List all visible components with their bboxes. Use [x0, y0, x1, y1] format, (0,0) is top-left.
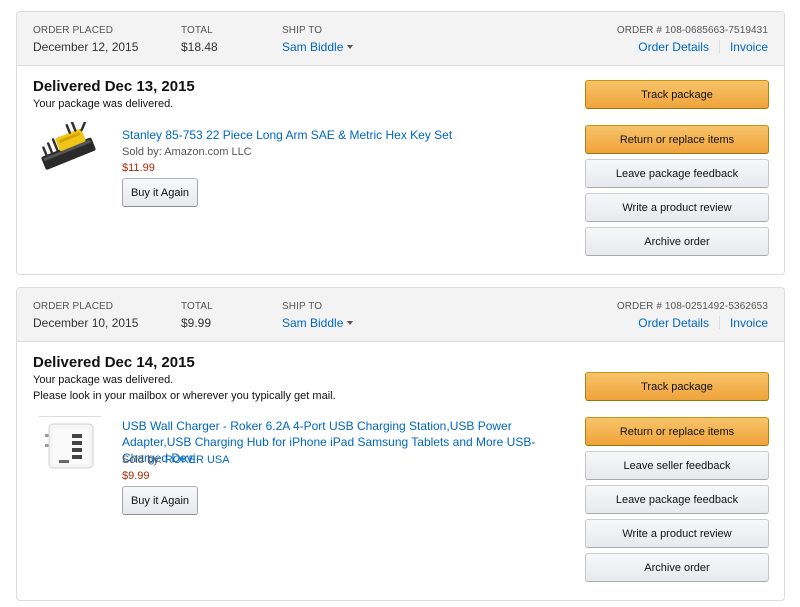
- caret-down-icon: [347, 320, 354, 325]
- write-review-button[interactable]: Write a product review: [585, 193, 769, 222]
- order-number: ORDER # 108-0685663-7519431: [616, 25, 768, 36]
- link-divider: [718, 316, 720, 330]
- track-package-button[interactable]: Track package: [585, 372, 769, 401]
- seller-name: Amazon.com LLC: [164, 146, 252, 158]
- delivery-status-message: Your package was delivered.: [33, 98, 174, 110]
- return-replace-button[interactable]: Return or replace items: [585, 417, 769, 446]
- product-price: $9.99: [122, 470, 150, 482]
- order-total-label: TOTAL: [181, 301, 213, 312]
- invoice-link[interactable]: Invoice: [730, 316, 768, 330]
- leave-seller-feedback-button[interactable]: Leave seller feedback: [585, 451, 769, 480]
- order-total-value: $18.48: [181, 40, 218, 54]
- ship-to-label: SHIP TO: [282, 301, 323, 312]
- caret-down-icon: [347, 44, 354, 49]
- order-total-label: TOTAL: [181, 25, 213, 36]
- leave-package-feedback-button[interactable]: Leave package feedback: [585, 485, 769, 514]
- return-replace-button[interactable]: Return or replace items: [585, 125, 769, 154]
- ship-to-name: Sam Biddle: [282, 316, 344, 330]
- product-price: $11.99: [122, 162, 155, 174]
- sold-by: Sold by: ROKER USA: [122, 454, 230, 467]
- ship-to-label: SHIP TO: [282, 25, 323, 36]
- order-number-column: ORDER # 108-0685663-7519431 Order Detail…: [617, 25, 768, 54]
- product-thumbnail-usb-charger[interactable]: [37, 414, 103, 474]
- ship-to-dropdown[interactable]: Sam Biddle: [282, 316, 354, 330]
- link-divider: [718, 40, 720, 54]
- product-title-link[interactable]: Stanley 85-753 22 Piece Long Arm SAE & M…: [122, 127, 562, 143]
- write-review-button[interactable]: Write a product review: [585, 519, 769, 548]
- order-placed-date: December 12, 2015: [33, 40, 139, 54]
- sold-by-prefix: Sold by:: [122, 454, 162, 466]
- order-header: ORDER PLACED December 10, 2015 TOTAL $9.…: [17, 288, 784, 342]
- product-thumbnail-hex-keys[interactable]: [37, 120, 103, 182]
- track-package-button[interactable]: Track package: [585, 80, 769, 109]
- buy-it-again-button[interactable]: Buy it Again: [122, 486, 198, 515]
- archive-order-button[interactable]: Archive order: [585, 553, 769, 582]
- ship-to-column: SHIP TO Sam Biddle: [282, 25, 354, 54]
- delivery-status-message: Your package was delivered.: [33, 374, 174, 386]
- archive-order-button[interactable]: Archive order: [585, 227, 769, 256]
- seller-link[interactable]: ROKER USA: [165, 454, 230, 466]
- order-placed-column: ORDER PLACED December 10, 2015: [33, 301, 138, 330]
- order-placed-date: December 10, 2015: [33, 316, 139, 330]
- order-total-column: TOTAL $9.99: [181, 301, 213, 330]
- order-details-link[interactable]: Order Details: [638, 40, 709, 54]
- ship-to-name: Sam Biddle: [282, 40, 344, 54]
- delivery-status-title: Delivered Dec 13, 2015: [33, 78, 195, 95]
- order-placed-label: ORDER PLACED: [33, 25, 114, 36]
- ship-to-column: SHIP TO Sam Biddle: [282, 301, 354, 330]
- ship-to-dropdown[interactable]: Sam Biddle: [282, 40, 354, 54]
- order-details-link[interactable]: Order Details: [638, 316, 709, 330]
- leave-package-feedback-button[interactable]: Leave package feedback: [585, 159, 769, 188]
- invoice-link[interactable]: Invoice: [730, 40, 768, 54]
- order-total-value: $9.99: [181, 316, 212, 330]
- sold-by-prefix: Sold by:: [122, 146, 162, 158]
- order-total-column: TOTAL $18.48: [181, 25, 218, 54]
- order-header: ORDER PLACED December 12, 2015 TOTAL $18…: [17, 12, 784, 66]
- buy-it-again-button[interactable]: Buy it Again: [122, 178, 198, 207]
- order-number: ORDER # 108-0251492-5362653: [616, 301, 768, 312]
- order-placed-column: ORDER PLACED December 12, 2015: [33, 25, 138, 54]
- delivery-status-title: Delivered Dec 14, 2015: [33, 354, 195, 371]
- order-number-column: ORDER # 108-0251492-5362653 Order Detail…: [617, 301, 768, 330]
- delivery-status-note: Please look in your mailbox or wherever …: [33, 390, 336, 402]
- order-card: ORDER PLACED December 10, 2015 TOTAL $9.…: [16, 287, 785, 601]
- order-card: ORDER PLACED December 12, 2015 TOTAL $18…: [16, 11, 785, 275]
- sold-by: Sold by: Amazon.com LLC: [122, 146, 252, 159]
- order-placed-label: ORDER PLACED: [33, 301, 114, 312]
